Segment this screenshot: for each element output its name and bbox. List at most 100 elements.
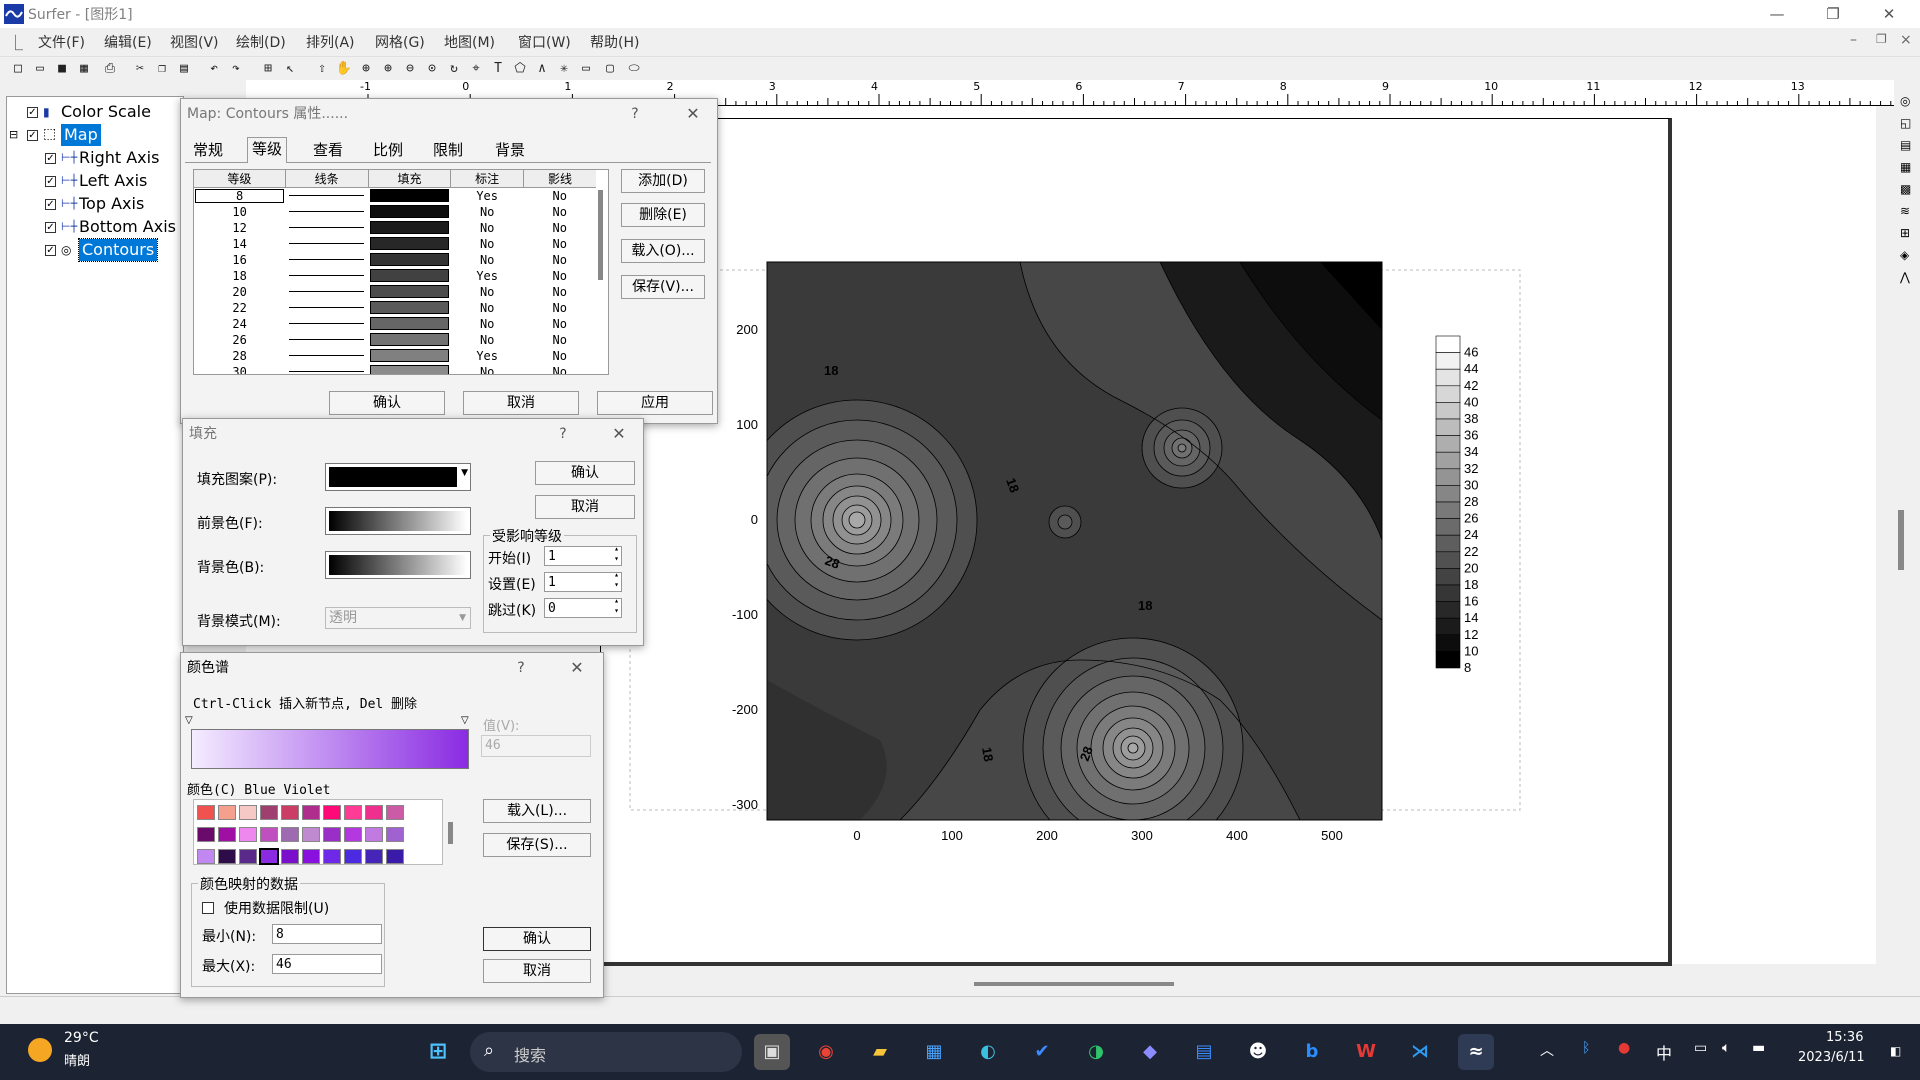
level-row[interactable]: 24 No No xyxy=(194,316,596,332)
visibility-checkbox[interactable]: ✓ xyxy=(27,130,38,141)
menu-edit[interactable]: 编辑(E) xyxy=(104,32,152,52)
vscode-icon[interactable]: ⋊ xyxy=(1402,1034,1438,1070)
fill-cell[interactable] xyxy=(368,300,451,316)
palette-swatch[interactable] xyxy=(218,827,236,842)
level-row[interactable]: 18 Yes No xyxy=(194,268,596,284)
hatch-cell[interactable]: No xyxy=(523,284,596,300)
visibility-checkbox[interactable]: ✓ xyxy=(45,176,56,187)
col-header-hatch[interactable]: 影线 xyxy=(523,170,596,188)
mdi-restore-button[interactable]: ❐ xyxy=(1876,32,1887,46)
palette-swatch[interactable] xyxy=(365,805,383,820)
label-cell[interactable]: Yes xyxy=(451,188,524,204)
taskbar-search-box[interactable]: ⌕ 搜索 xyxy=(470,1032,742,1072)
menu-grid[interactable]: 网格(G) xyxy=(375,32,425,52)
shaded-relief-tool-icon[interactable]: ▩ xyxy=(1900,182,1911,196)
line-cell[interactable] xyxy=(285,220,368,236)
right-node-marker-icon[interactable]: ▽ xyxy=(461,715,469,726)
level-row[interactable]: 20 No No xyxy=(194,284,596,300)
network-icon[interactable]: ▭ xyxy=(1694,1040,1707,1056)
palette-swatch[interactable] xyxy=(344,827,362,842)
visibility-checkbox[interactable]: ✓ xyxy=(45,222,56,233)
delete-level-button[interactable]: 删除(E) xyxy=(621,203,705,227)
post-map-tool-icon[interactable]: ▤ xyxy=(1900,138,1911,152)
menu-arrange[interactable]: 排列(A) xyxy=(306,32,355,52)
ok-button[interactable]: 确认 xyxy=(329,391,445,415)
label-cell[interactable]: Yes xyxy=(451,268,524,284)
tab-limits[interactable]: 限制 xyxy=(429,139,467,161)
bluetooth-icon[interactable]: ᛒ xyxy=(1582,1040,1590,1056)
zoom-page-icon[interactable]: ⊙ xyxy=(422,59,442,79)
col-header-fill[interactable]: 填充 xyxy=(368,170,452,188)
symbol-icon[interactable]: ✳ xyxy=(554,59,574,79)
rounded-rect-icon[interactable]: ▢ xyxy=(600,59,620,79)
fill-ok-button[interactable]: 确认 xyxy=(535,461,635,485)
hatch-cell[interactable]: No xyxy=(523,300,596,316)
label-cell[interactable]: No xyxy=(451,316,524,332)
palette-swatch[interactable] xyxy=(197,805,215,820)
zoom-out-icon[interactable]: ⊖ xyxy=(400,59,420,79)
spectrum-gradient-bar[interactable] xyxy=(191,729,469,769)
close-dialog-button[interactable]: ✕ xyxy=(607,423,631,445)
menu-file[interactable]: 文件(F) xyxy=(38,32,85,52)
tree-icon[interactable]: ⊞ xyxy=(258,59,278,79)
line-cell[interactable] xyxy=(285,204,368,220)
fill-cell[interactable] xyxy=(368,268,451,284)
min-input[interactable]: 8 xyxy=(272,924,382,944)
fill-cell[interactable] xyxy=(368,220,451,236)
save-icon[interactable]: ■ xyxy=(52,59,72,79)
label-cell[interactable]: No xyxy=(451,204,524,220)
label-cell[interactable]: No xyxy=(451,284,524,300)
fill-pattern-dropdown[interactable]: ▼ xyxy=(325,463,471,491)
spectrum-ok-button[interactable]: 确认 xyxy=(483,927,591,951)
zoom-in-icon[interactable]: ⊕ xyxy=(356,59,376,79)
contour-map-tool-icon[interactable]: ◎ xyxy=(1900,94,1910,108)
hatch-cell[interactable]: No xyxy=(523,252,596,268)
help-button[interactable]: ? xyxy=(625,103,645,125)
tab-scale[interactable]: 比例 xyxy=(369,139,407,161)
tab-levels[interactable]: 等级 xyxy=(247,137,288,163)
line-cell[interactable] xyxy=(285,236,368,252)
start-input[interactable]: 1 ▴ ▾ xyxy=(544,544,622,566)
load-levels-button[interactable]: 载入(O)... xyxy=(621,239,705,263)
palette-swatch[interactable] xyxy=(365,849,383,864)
level-cell[interactable]: 26 xyxy=(194,332,285,348)
label-cell[interactable]: No xyxy=(451,236,524,252)
base-map-tool-icon[interactable]: ◱ xyxy=(1900,116,1911,130)
tray-overflow-chevron-icon[interactable]: ︿ xyxy=(1540,1040,1554,1060)
col-header-line[interactable]: 线条 xyxy=(285,170,369,188)
level-cell[interactable]: 12 xyxy=(194,220,285,236)
vertical-scrollbar-thumb[interactable] xyxy=(1898,510,1904,570)
palette-swatch[interactable] xyxy=(302,849,320,864)
weather-sun-icon[interactable] xyxy=(28,1038,52,1062)
level-cell[interactable]: 16 xyxy=(194,252,285,268)
line-cell[interactable] xyxy=(285,284,368,300)
volume-icon[interactable]: 🔈︎ xyxy=(1722,1040,1730,1056)
cancel-button[interactable]: 取消 xyxy=(463,391,579,415)
line-cell[interactable] xyxy=(285,300,368,316)
level-row[interactable]: 22 No No xyxy=(194,300,596,316)
fill-cell[interactable] xyxy=(368,204,451,220)
menu-draw[interactable]: 绘制(D) xyxy=(236,32,286,52)
node-value-input[interactable]: 46 xyxy=(481,735,591,757)
ime-indicator[interactable]: 中 xyxy=(1656,1040,1672,1064)
image-map-tool-icon[interactable]: ▦ xyxy=(1900,160,1911,174)
visibility-checkbox[interactable]: ✓ xyxy=(45,199,56,210)
palette-scrollbar[interactable] xyxy=(444,800,458,866)
profile-tool-icon[interactable]: ⋀ xyxy=(1900,270,1910,284)
hatch-cell[interactable]: No xyxy=(523,364,596,375)
rotate-icon[interactable]: ↻ xyxy=(444,59,464,79)
line-cell[interactable] xyxy=(285,348,368,364)
line-cell[interactable] xyxy=(285,252,368,268)
add-level-button[interactable]: 添加(D) xyxy=(621,169,705,193)
help-pointer-icon[interactable]: ↖ xyxy=(280,59,300,79)
weather-desc[interactable]: 晴朗 xyxy=(64,1050,90,1069)
new-icon[interactable]: □ xyxy=(8,59,28,79)
palette-swatch[interactable] xyxy=(281,805,299,820)
antivirus-icon[interactable]: ● xyxy=(1618,1040,1630,1056)
fill-cell[interactable] xyxy=(368,364,451,374)
left-node-marker-icon[interactable]: ▽ xyxy=(185,715,193,726)
level-row[interactable]: 10 No No xyxy=(194,204,596,220)
hatch-cell[interactable]: No xyxy=(523,188,596,204)
palette-swatch[interactable] xyxy=(197,849,215,864)
hatch-cell[interactable]: No xyxy=(523,268,596,284)
